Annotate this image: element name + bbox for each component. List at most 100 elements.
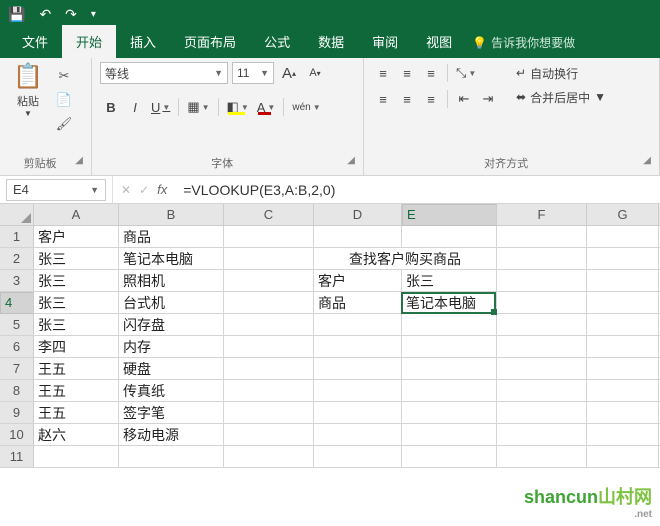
cell[interactable]: 张三 xyxy=(34,292,119,313)
cell[interactable] xyxy=(402,380,497,401)
tab-data[interactable]: 数据 xyxy=(304,25,358,58)
tab-insert[interactable]: 插入 xyxy=(116,25,170,58)
align-middle-button[interactable]: ≡ xyxy=(396,62,418,84)
cell[interactable] xyxy=(224,424,314,445)
cell[interactable]: 笔记本电脑 xyxy=(119,248,224,269)
cell[interactable] xyxy=(587,446,659,467)
cell[interactable] xyxy=(497,248,587,269)
tell-me-search[interactable]: 💡 告诉我你想要做 xyxy=(466,27,581,58)
cell[interactable]: 传真纸 xyxy=(119,380,224,401)
cancel-formula-icon[interactable]: ✕ xyxy=(121,183,131,197)
cell[interactable] xyxy=(587,314,659,335)
cell[interactable] xyxy=(314,424,402,445)
cell[interactable] xyxy=(497,270,587,291)
cell[interactable] xyxy=(224,248,314,269)
cell[interactable]: 内存 xyxy=(119,336,224,357)
cell[interactable]: 笔记本电脑 xyxy=(402,292,497,313)
align-top-button[interactable]: ≡ xyxy=(372,62,394,84)
cell[interactable]: 赵六 xyxy=(34,424,119,445)
cell[interactable] xyxy=(119,446,224,467)
row-header[interactable]: 3 xyxy=(0,270,34,291)
cell[interactable]: 李四 xyxy=(34,336,119,357)
cell[interactable] xyxy=(587,424,659,445)
row-header[interactable]: 5 xyxy=(0,314,34,335)
font-color-button[interactable]: A▼ xyxy=(254,96,279,118)
align-center-button[interactable]: ≡ xyxy=(396,88,418,110)
cell[interactable]: 照相机 xyxy=(119,270,224,291)
col-header-B[interactable]: B xyxy=(119,204,224,225)
cell[interactable] xyxy=(402,446,497,467)
cell[interactable] xyxy=(497,336,587,357)
cell[interactable] xyxy=(402,402,497,423)
formula-input[interactable]: =VLOOKUP(E3,A:B,2,0) xyxy=(175,182,660,198)
cell[interactable]: 移动电源 xyxy=(119,424,224,445)
cell[interactable] xyxy=(402,358,497,379)
wrap-text-button[interactable]: ↵自动换行 xyxy=(511,62,611,84)
cell[interactable] xyxy=(497,314,587,335)
row-header[interactable]: 6 xyxy=(0,336,34,357)
col-header-A[interactable]: A xyxy=(34,204,119,225)
cell[interactable] xyxy=(497,446,587,467)
cell[interactable] xyxy=(587,226,659,247)
font-dialog-launcher[interactable]: ◢ xyxy=(344,155,355,166)
cell[interactable] xyxy=(224,336,314,357)
cell[interactable]: 客户 xyxy=(314,270,402,291)
tab-pagelayout[interactable]: 页面布局 xyxy=(170,25,250,58)
cell[interactable] xyxy=(402,314,497,335)
row-header[interactable]: 11 xyxy=(0,446,34,467)
col-header-E[interactable]: E xyxy=(402,204,497,226)
phonetic-button[interactable]: wén▼ xyxy=(289,96,323,118)
italic-button[interactable]: I xyxy=(124,96,146,118)
align-right-button[interactable]: ≡ xyxy=(420,88,442,110)
underline-button[interactable]: U▼ xyxy=(148,96,173,118)
font-name-select[interactable]: 等线▼ xyxy=(100,62,228,84)
paste-button[interactable]: 📋 粘贴 ▼ xyxy=(8,62,48,118)
cell[interactable]: 客户 xyxy=(34,226,119,247)
cell[interactable] xyxy=(497,380,587,401)
cell[interactable] xyxy=(224,446,314,467)
cell[interactable]: 张三 xyxy=(402,270,497,291)
clipboard-dialog-launcher[interactable]: ◢ xyxy=(72,155,83,166)
row-header[interactable]: 10 xyxy=(0,424,34,445)
cell[interactable]: 商品 xyxy=(314,292,402,313)
row-header[interactable]: 2 xyxy=(0,248,34,269)
cell[interactable] xyxy=(587,380,659,401)
orientation-button[interactable]: ⤡▼ xyxy=(453,62,479,84)
cell[interactable] xyxy=(402,424,497,445)
cell[interactable] xyxy=(314,446,402,467)
tab-file[interactable]: 文件 xyxy=(8,25,62,58)
cell[interactable]: 张三 xyxy=(34,248,119,269)
border-button[interactable]: ▦▼ xyxy=(184,96,212,118)
col-header-G[interactable]: G xyxy=(587,204,659,225)
cell[interactable] xyxy=(497,402,587,423)
tab-review[interactable]: 审阅 xyxy=(358,25,412,58)
cell[interactable] xyxy=(224,358,314,379)
tab-home[interactable]: 开始 xyxy=(62,25,116,58)
cell[interactable] xyxy=(224,314,314,335)
fx-icon[interactable]: fx xyxy=(157,182,167,197)
row-header[interactable]: 4 xyxy=(0,292,34,314)
cell[interactable] xyxy=(224,380,314,401)
align-left-button[interactable]: ≡ xyxy=(372,88,394,110)
qat-customize-icon[interactable]: ▾ xyxy=(91,9,96,20)
alignment-dialog-launcher[interactable]: ◢ xyxy=(640,155,651,166)
cell[interactable] xyxy=(402,336,497,357)
format-painter-button[interactable]: 🖌 xyxy=(54,114,74,134)
font-size-select[interactable]: 11▼ xyxy=(232,62,274,84)
cell[interactable]: 商品 xyxy=(119,226,224,247)
cell[interactable] xyxy=(34,446,119,467)
bold-button[interactable]: B xyxy=(100,96,122,118)
cell[interactable] xyxy=(224,226,314,247)
col-header-D[interactable]: D xyxy=(314,204,402,225)
copy-button[interactable]: 📄 xyxy=(54,90,74,110)
row-header[interactable]: 9 xyxy=(0,402,34,423)
cut-button[interactable]: ✂ xyxy=(54,66,74,86)
cell[interactable] xyxy=(314,380,402,401)
cell[interactable] xyxy=(587,270,659,291)
cell[interactable] xyxy=(314,226,402,247)
cell[interactable]: 张三 xyxy=(34,270,119,291)
cell[interactable]: 闪存盘 xyxy=(119,314,224,335)
cell[interactable] xyxy=(224,270,314,291)
cell[interactable]: 查找客户购买商品 xyxy=(314,248,497,269)
grow-font-button[interactable]: A▴ xyxy=(278,62,300,84)
